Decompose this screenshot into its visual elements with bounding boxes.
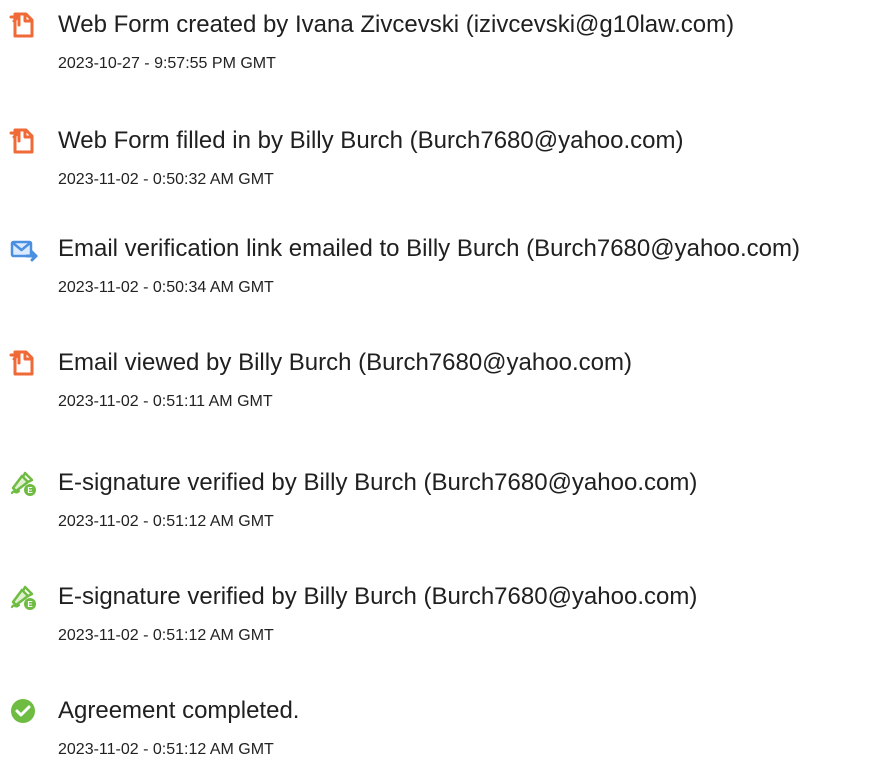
event-title: Email viewed by Billy Burch (Burch7680@y… — [58, 349, 632, 376]
svg-text:E: E — [27, 486, 33, 495]
event-title: Web Form created by Ivana Zivcevski (izi… — [58, 11, 735, 38]
event-timestamp: 2023-11-02 - 0:50:34 AM GMT — [58, 279, 274, 296]
signature-pen-icon: E — [8, 582, 38, 612]
audit-event: E E-signature verified by Billy Burch (B… — [0, 578, 884, 658]
event-title: Agreement completed. — [58, 697, 300, 724]
audit-event: Agreement completed. 2023-11-02 - 0:51:1… — [0, 692, 884, 772]
audit-event: Web Form filled in by Billy Burch (Burch… — [0, 122, 884, 202]
audit-event: Web Form created by Ivana Zivcevski (izi… — [0, 6, 884, 86]
checkmark-circle-icon — [8, 696, 38, 726]
event-title: E-signature verified by Billy Burch (Bur… — [58, 469, 698, 496]
document-icon — [8, 10, 38, 40]
event-timestamp: 2023-10-27 - 9:57:55 PM GMT — [58, 55, 276, 72]
audit-trail-list: Web Form created by Ivana Zivcevski (izi… — [0, 0, 884, 767]
event-timestamp: 2023-11-02 - 0:51:12 AM GMT — [58, 741, 274, 758]
event-title: Web Form filled in by Billy Burch (Burch… — [58, 127, 684, 154]
event-title: E-signature verified by Billy Burch (Bur… — [58, 583, 698, 610]
event-timestamp: 2023-11-02 - 0:51:12 AM GMT — [58, 513, 274, 530]
document-icon — [8, 126, 38, 156]
audit-event: E E-signature verified by Billy Burch (B… — [0, 464, 884, 544]
event-timestamp: 2023-11-02 - 0:51:11 AM GMT — [58, 393, 273, 410]
event-title: Email verification link emailed to Billy… — [58, 235, 801, 262]
audit-event: Email viewed by Billy Burch (Burch7680@y… — [0, 344, 884, 424]
audit-event: Email verification link emailed to Billy… — [0, 230, 884, 310]
email-arrow-icon — [8, 234, 38, 264]
event-timestamp: 2023-11-02 - 0:51:12 AM GMT — [58, 627, 274, 644]
svg-text:E: E — [27, 600, 33, 609]
document-icon — [8, 348, 38, 378]
event-timestamp: 2023-11-02 - 0:50:32 AM GMT — [58, 171, 274, 188]
signature-pen-icon: E — [8, 468, 38, 498]
